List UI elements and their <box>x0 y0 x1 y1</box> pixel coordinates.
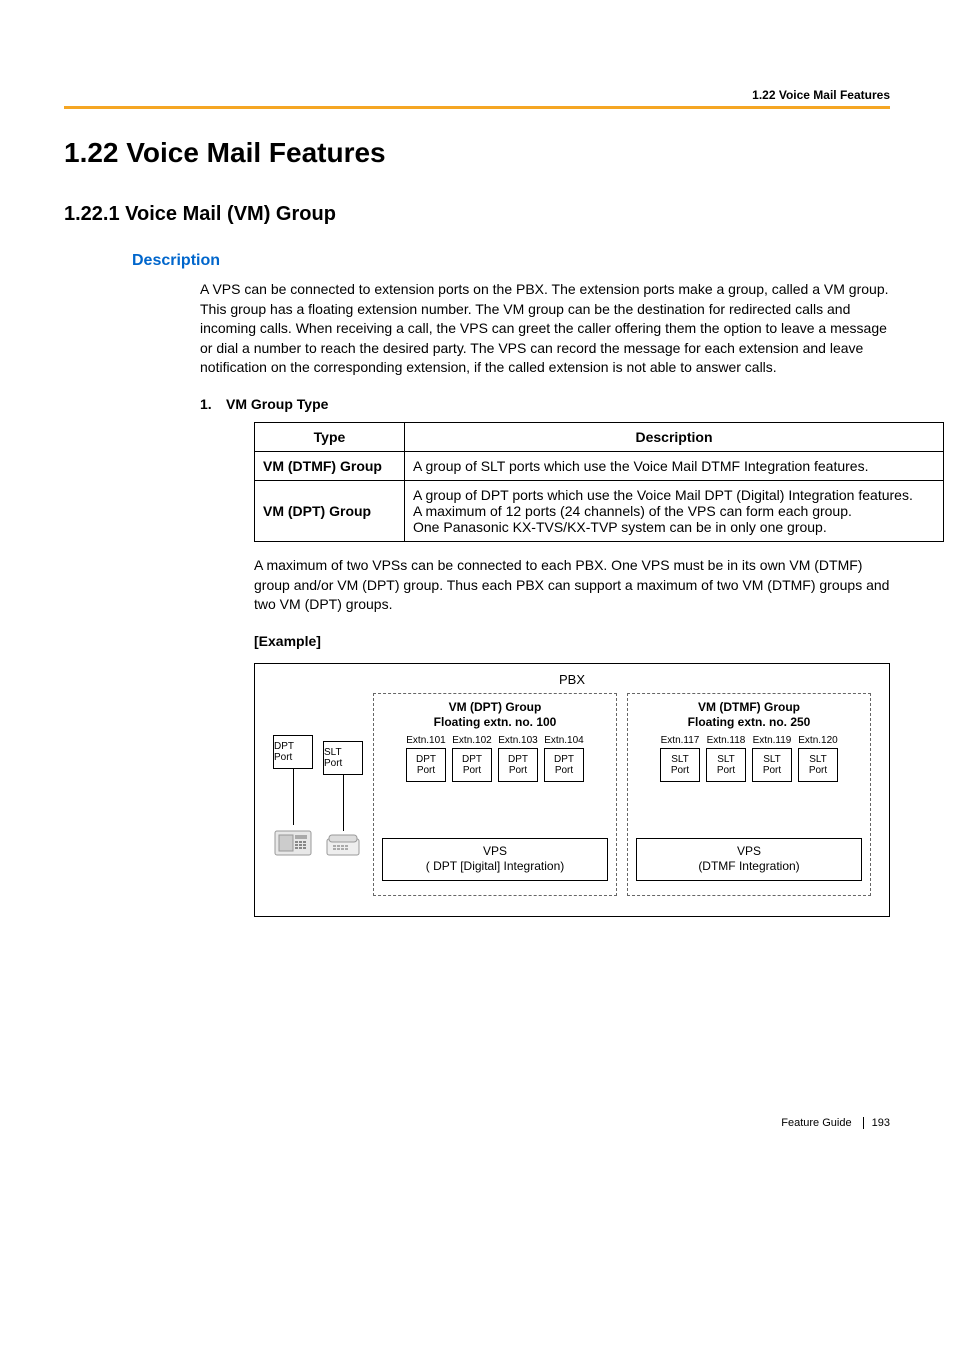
description-heading: Description <box>132 252 890 270</box>
port-type: SLT <box>324 747 362 758</box>
port-type: DPT <box>453 754 491 765</box>
page-header-breadcrumb: 1.22 Voice Mail Features <box>64 88 890 102</box>
port-label: Port <box>661 765 699 776</box>
port-box: DPTPort <box>452 748 492 782</box>
simple-phone-icon <box>323 831 363 859</box>
table-header-description: Description <box>405 422 944 451</box>
extn-label: Extn.102 <box>452 735 492 746</box>
section-title: 1.22 Voice Mail Features <box>64 137 890 169</box>
port-type: DPT <box>545 754 583 765</box>
example-label: [Example] <box>254 633 890 649</box>
vm-dtmf-title: VM (DTMF) Group <box>636 700 862 715</box>
intro-paragraph: A VPS can be connected to extension port… <box>200 280 890 378</box>
table-cell-type: VM (DPT) Group <box>255 480 405 541</box>
extn-label: Extn.104 <box>544 735 584 746</box>
list-item-label: VM Group Type <box>226 396 328 412</box>
table-cell-desc: A group of SLT ports which use the Voice… <box>405 451 944 480</box>
vps-label: VPS <box>387 844 603 860</box>
page-footer: Feature Guide 193 <box>64 1117 890 1129</box>
port-label: Port <box>324 758 362 769</box>
table-header-row: Type Description <box>255 422 944 451</box>
port-label: Port <box>799 765 837 776</box>
port-box: SLTPort <box>660 748 700 782</box>
connector-line <box>343 775 344 831</box>
vps-sublabel: ( DPT [Digital] Integration) <box>387 859 603 875</box>
port-type: SLT <box>753 754 791 765</box>
vps-sublabel: (DTMF Integration) <box>641 859 857 875</box>
subsection-title: 1.22.1 Voice Mail (VM) Group <box>64 203 890 226</box>
port-box: DPTPort <box>544 748 584 782</box>
header-rule <box>64 106 890 109</box>
port-label: Port <box>499 765 537 776</box>
port-box: DPTPort <box>406 748 446 782</box>
port-box: SLTPort <box>706 748 746 782</box>
pbx-diagram: PBX DPT Port <box>254 663 890 917</box>
vps-dtmf-box: VPS (DTMF Integration) <box>636 838 862 881</box>
port-type: SLT <box>707 754 745 765</box>
table-cell-desc: A group of DPT ports which use the Voice… <box>405 480 944 541</box>
extn-label: Extn.117 <box>660 735 700 746</box>
port-box: SLTPort <box>752 748 792 782</box>
vm-dpt-group-box: VM (DPT) Group Floating extn. no. 100 Ex… <box>373 693 617 896</box>
list-item-number: 1. <box>200 396 226 412</box>
desk-phone-icon <box>273 825 313 859</box>
port-label: Port <box>753 765 791 776</box>
vm-dpt-subtitle: Floating extn. no. 100 <box>382 715 608 730</box>
extn-label: Extn.101 <box>406 735 446 746</box>
port-label: Port <box>707 765 745 776</box>
list-item-vm-group-type: 1. VM Group Type <box>200 396 890 412</box>
port-type: SLT <box>661 754 699 765</box>
footer-guide-label: Feature Guide <box>781 1117 851 1129</box>
vm-dtmf-subtitle: Floating extn. no. 250 <box>636 715 862 730</box>
after-table-paragraph: A maximum of two VPSs can be connected t… <box>254 556 890 615</box>
table-header-type: Type <box>255 422 405 451</box>
port-box-dpt-standalone: DPT Port <box>273 735 313 769</box>
port-type: DPT <box>499 754 537 765</box>
vps-dpt-box: VPS ( DPT [Digital] Integration) <box>382 838 608 881</box>
port-label: Port <box>407 765 445 776</box>
table-cell-type: VM (DTMF) Group <box>255 451 405 480</box>
vps-label: VPS <box>641 844 857 860</box>
vm-group-type-table: Type Description VM (DTMF) Group A group… <box>254 422 944 542</box>
extn-label: Extn.103 <box>498 735 538 746</box>
extn-label: Extn.118 <box>706 735 746 746</box>
port-label: Port <box>274 752 312 763</box>
connector-line <box>293 769 294 825</box>
extn-label: Extn.119 <box>752 735 792 746</box>
port-type: DPT <box>407 754 445 765</box>
port-label: Port <box>545 765 583 776</box>
vm-dtmf-group-box: VM (DTMF) Group Floating extn. no. 250 E… <box>627 693 871 896</box>
port-box-slt-standalone: SLT Port <box>323 741 363 775</box>
footer-page-number: 193 <box>872 1117 890 1129</box>
port-box: SLTPort <box>798 748 838 782</box>
port-box: DPTPort <box>498 748 538 782</box>
port-type: DPT <box>274 741 312 752</box>
pbx-label: PBX <box>273 672 871 687</box>
port-type: SLT <box>799 754 837 765</box>
extn-label: Extn.120 <box>798 735 838 746</box>
footer-separator <box>863 1117 864 1129</box>
port-label: Port <box>453 765 491 776</box>
table-row: VM (DPT) Group A group of DPT ports whic… <box>255 480 944 541</box>
table-row: VM (DTMF) Group A group of SLT ports whi… <box>255 451 944 480</box>
vm-dpt-title: VM (DPT) Group <box>382 700 608 715</box>
